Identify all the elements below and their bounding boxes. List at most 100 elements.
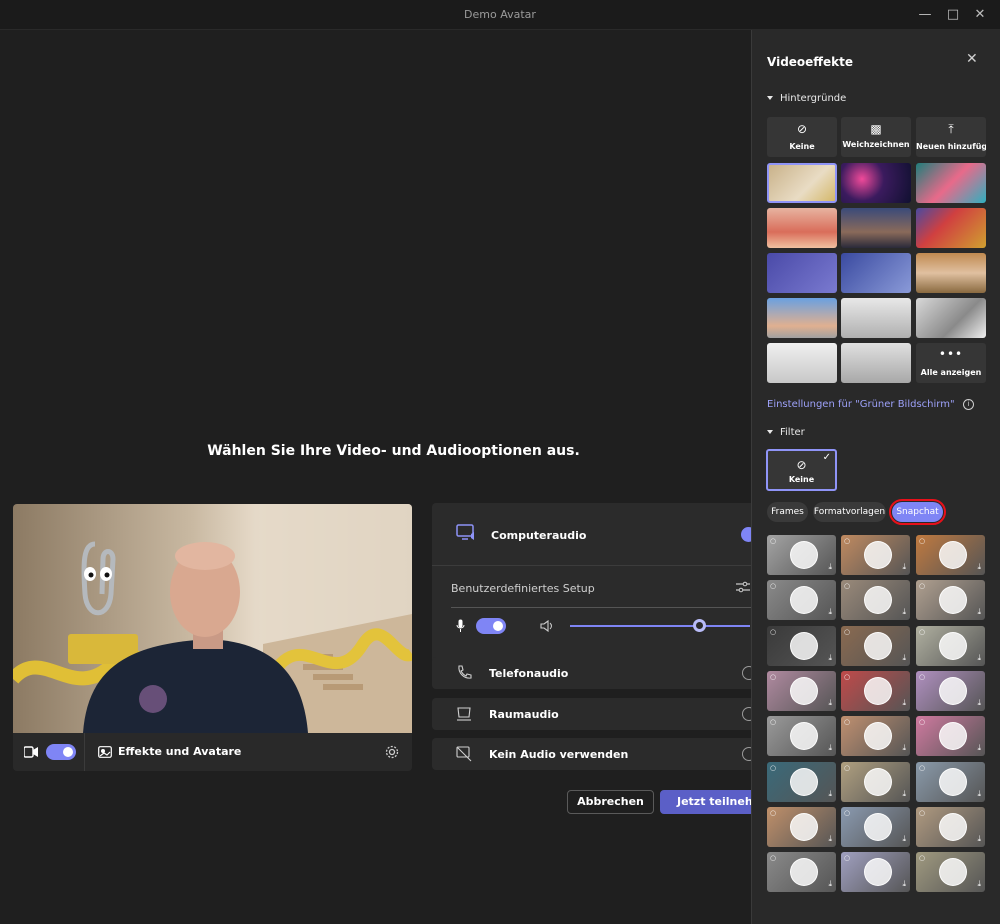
- bg-add-new-tile[interactable]: ⤒ Neuen hinzufügen: [916, 117, 986, 157]
- snapchat-ghost-icon: ○: [919, 537, 926, 545]
- download-icon[interactable]: ⤓: [902, 789, 906, 799]
- snapchat-lens-tile[interactable]: ⤓ ○: [841, 762, 910, 802]
- background-thumbnail[interactable]: [841, 298, 911, 338]
- download-icon[interactable]: ⤓: [902, 607, 906, 617]
- backgrounds-section-header[interactable]: Hintergründe: [767, 93, 846, 104]
- snapchat-lens-tile[interactable]: ⤓ ○: [916, 671, 985, 711]
- camera-preview: [13, 504, 412, 733]
- checkmark-icon: ✓: [822, 452, 831, 463]
- tab-formatvorlagen[interactable]: Formatvorlagen: [813, 502, 886, 522]
- window-title: Demo Avatar: [464, 8, 536, 21]
- filter-none-tile[interactable]: ⊘ Keine ✓: [766, 449, 837, 491]
- download-icon[interactable]: ⤓: [828, 743, 832, 753]
- background-thumbnail[interactable]: [767, 343, 837, 383]
- snapchat-lens-tile[interactable]: ⤓ ○: [916, 852, 985, 892]
- snapchat-lens-tile[interactable]: ⤓ ○: [841, 716, 910, 756]
- close-window-icon[interactable]: ✕: [971, 6, 989, 24]
- bg-blur-tile[interactable]: ▩ Weichzeichnen: [841, 117, 911, 157]
- snapchat-lens-tile[interactable]: ⤓ ○: [767, 807, 836, 847]
- background-thumbnail[interactable]: [916, 253, 986, 293]
- audio-settings-icon[interactable]: [736, 581, 750, 593]
- snapchat-lens-tile[interactable]: ⤓ ○: [841, 535, 910, 575]
- microphone-icon: [456, 619, 465, 632]
- maximize-icon[interactable]: □: [944, 6, 962, 24]
- download-icon[interactable]: ⤓: [977, 607, 981, 617]
- snapchat-ghost-icon: ○: [844, 628, 851, 636]
- snapchat-lens-tile[interactable]: ⤓ ○: [767, 852, 836, 892]
- minimize-icon[interactable]: —: [916, 6, 934, 24]
- tab-snapchat[interactable]: Snapchat: [892, 502, 943, 522]
- snapchat-lens-tile[interactable]: ⤓ ○: [841, 671, 910, 711]
- snapchat-lens-tile[interactable]: ⤓ ○: [841, 852, 910, 892]
- snapchat-lens-tile[interactable]: ⤓ ○: [841, 807, 910, 847]
- background-thumbnail[interactable]: [767, 163, 837, 203]
- snapchat-lens-tile[interactable]: ⤓ ○: [767, 671, 836, 711]
- download-icon[interactable]: ⤓: [902, 834, 906, 844]
- background-thumbnail[interactable]: [916, 208, 986, 248]
- background-thumbnail[interactable]: [767, 298, 837, 338]
- background-thumbnail[interactable]: [841, 253, 911, 293]
- divider: [451, 607, 757, 608]
- effects-and-avatars-button[interactable]: Effekte und Avatare: [118, 745, 241, 758]
- snapchat-lens-tile[interactable]: ⤓ ○: [767, 626, 836, 666]
- download-icon[interactable]: ⤓: [902, 698, 906, 708]
- download-icon[interactable]: ⤓: [828, 698, 832, 708]
- snapchat-lens-tile[interactable]: ⤓ ○: [767, 762, 836, 802]
- download-icon[interactable]: ⤓: [977, 653, 981, 663]
- snapchat-lens-tile[interactable]: ⤓ ○: [841, 580, 910, 620]
- lens-preview: [864, 768, 892, 796]
- download-icon[interactable]: ⤓: [828, 879, 832, 889]
- tab-frames[interactable]: Frames: [767, 502, 808, 522]
- download-icon[interactable]: ⤓: [902, 562, 906, 572]
- close-icon[interactable]: ✕: [966, 51, 978, 67]
- volume-slider-track[interactable]: [570, 625, 750, 627]
- download-icon[interactable]: ⤓: [977, 743, 981, 753]
- background-thumbnail[interactable]: [916, 163, 986, 203]
- download-icon[interactable]: ⤓: [828, 834, 832, 844]
- snapchat-lens-tile[interactable]: ⤓ ○: [767, 535, 836, 575]
- background-thumbnail[interactable]: [841, 163, 911, 203]
- download-icon[interactable]: ⤓: [977, 834, 981, 844]
- snapchat-lens-tile[interactable]: ⤓ ○: [916, 716, 985, 756]
- camera-toggle[interactable]: [46, 744, 76, 760]
- snapchat-lens-tile[interactable]: ⤓ ○: [916, 580, 985, 620]
- snapchat-lens-tile[interactable]: ⤓ ○: [916, 762, 985, 802]
- background-thumbnail[interactable]: [841, 343, 911, 383]
- download-icon[interactable]: ⤓: [902, 653, 906, 663]
- bg-show-all-tile[interactable]: ••• Alle anzeigen: [916, 343, 986, 383]
- background-thumbnail[interactable]: [767, 208, 837, 248]
- snapchat-lens-tile[interactable]: ⤓ ○: [841, 626, 910, 666]
- microphone-toggle[interactable]: [476, 618, 506, 634]
- phone-audio-option[interactable]: Telefonaudio: [432, 657, 762, 689]
- computer-audio-label[interactable]: Computeraudio: [491, 529, 586, 542]
- room-audio-option[interactable]: Raumaudio: [432, 698, 762, 730]
- snapchat-lens-tile[interactable]: ⤓ ○: [916, 535, 985, 575]
- download-icon[interactable]: ⤓: [828, 607, 832, 617]
- download-icon[interactable]: ⤓: [977, 698, 981, 708]
- filter-section-header[interactable]: Filter: [767, 427, 805, 438]
- snapchat-lens-tile[interactable]: ⤓ ○: [767, 580, 836, 620]
- download-icon[interactable]: ⤓: [902, 743, 906, 753]
- snapchat-lens-tile[interactable]: ⤓ ○: [916, 807, 985, 847]
- gear-icon[interactable]: [385, 745, 399, 759]
- green-screen-settings-link[interactable]: Einstellungen für "Grüner Bildschirm": [767, 399, 955, 410]
- snapchat-ghost-icon: ○: [770, 854, 777, 862]
- download-icon[interactable]: ⤓: [977, 879, 981, 889]
- cancel-button[interactable]: Abbrechen: [567, 790, 654, 814]
- download-icon[interactable]: ⤓: [977, 789, 981, 799]
- bg-none-tile[interactable]: ⊘ Keine: [767, 117, 837, 157]
- lens-preview: [864, 632, 892, 660]
- download-icon[interactable]: ⤓: [828, 789, 832, 799]
- download-icon[interactable]: ⤓: [828, 562, 832, 572]
- download-icon[interactable]: ⤓: [977, 562, 981, 572]
- background-thumbnail[interactable]: [916, 298, 986, 338]
- snapchat-lens-tile[interactable]: ⤓ ○: [916, 626, 985, 666]
- volume-slider-thumb[interactable]: [693, 619, 706, 632]
- background-thumbnail[interactable]: [841, 208, 911, 248]
- download-icon[interactable]: ⤓: [828, 653, 832, 663]
- background-thumbnail[interactable]: [767, 253, 837, 293]
- snapchat-lens-tile[interactable]: ⤓ ○: [767, 716, 836, 756]
- info-icon[interactable]: i: [963, 399, 974, 410]
- no-audio-option[interactable]: Kein Audio verwenden: [432, 738, 762, 770]
- download-icon[interactable]: ⤓: [902, 879, 906, 889]
